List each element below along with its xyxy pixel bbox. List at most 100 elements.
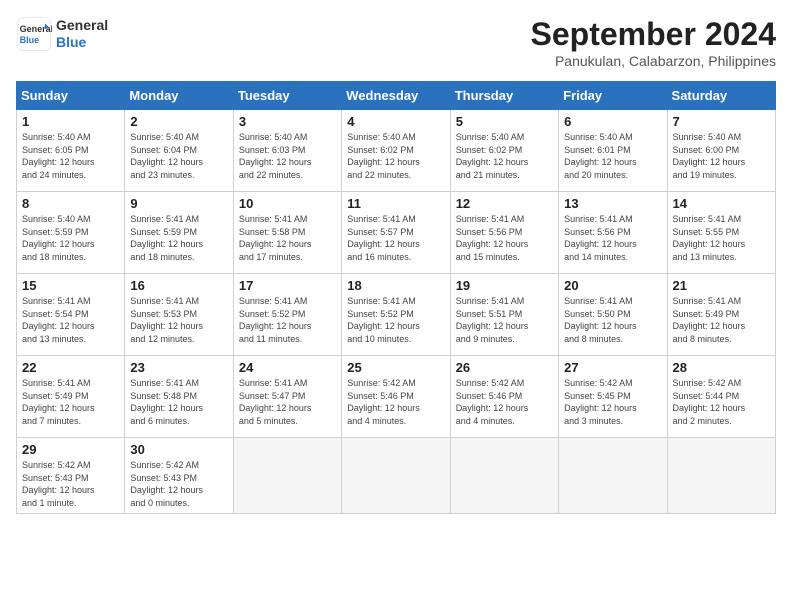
day-number: 27	[564, 360, 661, 375]
day-number: 20	[564, 278, 661, 293]
day-number: 11	[347, 196, 444, 211]
day-number: 4	[347, 114, 444, 129]
day-number: 26	[456, 360, 553, 375]
day-info: Sunrise: 5:40 AM Sunset: 6:01 PM Dayligh…	[564, 131, 661, 181]
day-info: Sunrise: 5:40 AM Sunset: 6:00 PM Dayligh…	[673, 131, 770, 181]
title-section: September 2024 Panukulan, Calabarzon, Ph…	[531, 16, 776, 69]
day-number: 24	[239, 360, 336, 375]
day-info: Sunrise: 5:40 AM Sunset: 6:02 PM Dayligh…	[456, 131, 553, 181]
day-info: Sunrise: 5:42 AM Sunset: 5:44 PM Dayligh…	[673, 377, 770, 427]
day-number: 23	[130, 360, 227, 375]
day-info: Sunrise: 5:42 AM Sunset: 5:43 PM Dayligh…	[130, 459, 227, 509]
day-info: Sunrise: 5:42 AM Sunset: 5:46 PM Dayligh…	[456, 377, 553, 427]
calendar-cell	[667, 438, 775, 514]
calendar-week-row: 1 Sunrise: 5:40 AM Sunset: 6:05 PM Daylig…	[17, 110, 776, 192]
day-number: 30	[130, 442, 227, 457]
calendar-cell: 22Sunrise: 5:41 AM Sunset: 5:49 PM Dayli…	[17, 356, 125, 438]
calendar-title: September 2024	[531, 16, 776, 53]
day-number: 16	[130, 278, 227, 293]
day-info: Sunrise: 5:41 AM Sunset: 5:56 PM Dayligh…	[564, 213, 661, 263]
day-number: 6	[564, 114, 661, 129]
calendar-week-row: 22Sunrise: 5:41 AM Sunset: 5:49 PM Dayli…	[17, 356, 776, 438]
day-number: 13	[564, 196, 661, 211]
calendar-cell: 8Sunrise: 5:40 AM Sunset: 5:59 PM Daylig…	[17, 192, 125, 274]
day-info: Sunrise: 5:41 AM Sunset: 5:52 PM Dayligh…	[347, 295, 444, 345]
day-info: Sunrise: 5:41 AM Sunset: 5:57 PM Dayligh…	[347, 213, 444, 263]
day-number: 12	[456, 196, 553, 211]
logo-text-line2: Blue	[56, 34, 108, 51]
calendar-cell: 10 Sunrise: 5:41 AM Sunset: 5:58 PM Dayli…	[233, 192, 341, 274]
calendar-cell: 26 Sunrise: 5:42 AM Sunset: 5:46 PM Dayli…	[450, 356, 558, 438]
day-info: Sunrise: 5:41 AM Sunset: 5:51 PM Dayligh…	[456, 295, 553, 345]
day-info: Sunrise: 5:41 AM Sunset: 5:59 PM Dayligh…	[130, 213, 227, 263]
calendar-cell	[559, 438, 667, 514]
calendar-cell: 6 Sunrise: 5:40 AM Sunset: 6:01 PM Daylig…	[559, 110, 667, 192]
svg-text:Blue: Blue	[20, 35, 40, 45]
calendar-cell: 13 Sunrise: 5:41 AM Sunset: 5:56 PM Dayli…	[559, 192, 667, 274]
day-number: 8	[22, 196, 119, 211]
day-info: Sunrise: 5:41 AM Sunset: 5:50 PM Dayligh…	[564, 295, 661, 345]
day-number: 7	[673, 114, 770, 129]
day-number: 25	[347, 360, 444, 375]
calendar-subtitle: Panukulan, Calabarzon, Philippines	[531, 53, 776, 69]
calendar-cell	[450, 438, 558, 514]
day-info: Sunrise: 5:41 AM Sunset: 5:53 PM Dayligh…	[130, 295, 227, 345]
calendar-cell: 12 Sunrise: 5:41 AM Sunset: 5:56 PM Dayli…	[450, 192, 558, 274]
day-number: 19	[456, 278, 553, 293]
calendar-week-row: 8Sunrise: 5:40 AM Sunset: 5:59 PM Daylig…	[17, 192, 776, 274]
day-info: Sunrise: 5:40 AM Sunset: 6:04 PM Dayligh…	[130, 131, 227, 181]
day-info: Sunrise: 5:40 AM Sunset: 6:05 PM Dayligh…	[22, 131, 119, 181]
calendar-cell: 1 Sunrise: 5:40 AM Sunset: 6:05 PM Daylig…	[17, 110, 125, 192]
day-number: 21	[673, 278, 770, 293]
calendar-cell: 20 Sunrise: 5:41 AM Sunset: 5:50 PM Dayli…	[559, 274, 667, 356]
day-number: 10	[239, 196, 336, 211]
calendar-cell: 9Sunrise: 5:41 AM Sunset: 5:59 PM Daylig…	[125, 192, 233, 274]
logo-text-line1: General	[56, 17, 108, 34]
calendar-cell: 28 Sunrise: 5:42 AM Sunset: 5:44 PM Dayli…	[667, 356, 775, 438]
day-number: 22	[22, 360, 119, 375]
day-number: 17	[239, 278, 336, 293]
day-info: Sunrise: 5:41 AM Sunset: 5:47 PM Dayligh…	[239, 377, 336, 427]
day-info: Sunrise: 5:40 AM Sunset: 6:02 PM Dayligh…	[347, 131, 444, 181]
calendar-cell: 29 Sunrise: 5:42 AM Sunset: 5:43 PM Dayli…	[17, 438, 125, 514]
weekday-header-saturday: Saturday	[667, 82, 775, 110]
logo-icon: General Blue	[16, 16, 52, 52]
day-number: 29	[22, 442, 119, 457]
calendar-cell: 19 Sunrise: 5:41 AM Sunset: 5:51 PM Dayli…	[450, 274, 558, 356]
calendar-cell: 5Sunrise: 5:40 AM Sunset: 6:02 PM Daylig…	[450, 110, 558, 192]
day-info: Sunrise: 5:41 AM Sunset: 5:58 PM Dayligh…	[239, 213, 336, 263]
day-info: Sunrise: 5:41 AM Sunset: 5:52 PM Dayligh…	[239, 295, 336, 345]
day-info: Sunrise: 5:41 AM Sunset: 5:56 PM Dayligh…	[456, 213, 553, 263]
calendar-cell: 30 Sunrise: 5:42 AM Sunset: 5:43 PM Dayli…	[125, 438, 233, 514]
calendar-cell: 18 Sunrise: 5:41 AM Sunset: 5:52 PM Dayli…	[342, 274, 450, 356]
calendar-cell: 7 Sunrise: 5:40 AM Sunset: 6:00 PM Daylig…	[667, 110, 775, 192]
weekday-header-row: SundayMondayTuesdayWednesdayThursdayFrid…	[17, 82, 776, 110]
logo: General Blue General Blue	[16, 16, 108, 52]
calendar-cell	[342, 438, 450, 514]
calendar-cell: 16 Sunrise: 5:41 AM Sunset: 5:53 PM Dayli…	[125, 274, 233, 356]
calendar-cell: 24 Sunrise: 5:41 AM Sunset: 5:47 PM Dayli…	[233, 356, 341, 438]
weekday-header-thursday: Thursday	[450, 82, 558, 110]
day-info: Sunrise: 5:41 AM Sunset: 5:55 PM Dayligh…	[673, 213, 770, 263]
day-info: Sunrise: 5:40 AM Sunset: 6:03 PM Dayligh…	[239, 131, 336, 181]
day-info: Sunrise: 5:42 AM Sunset: 5:43 PM Dayligh…	[22, 459, 119, 509]
day-number: 2	[130, 114, 227, 129]
day-number: 3	[239, 114, 336, 129]
calendar-week-row: 29 Sunrise: 5:42 AM Sunset: 5:43 PM Dayli…	[17, 438, 776, 514]
day-info: Sunrise: 5:41 AM Sunset: 5:48 PM Dayligh…	[130, 377, 227, 427]
day-info: Sunrise: 5:41 AM Sunset: 5:54 PM Dayligh…	[22, 295, 119, 345]
weekday-header-sunday: Sunday	[17, 82, 125, 110]
calendar-cell: 14Sunrise: 5:41 AM Sunset: 5:55 PM Dayli…	[667, 192, 775, 274]
calendar-cell: 23 Sunrise: 5:41 AM Sunset: 5:48 PM Dayli…	[125, 356, 233, 438]
calendar-week-row: 15Sunrise: 5:41 AM Sunset: 5:54 PM Dayli…	[17, 274, 776, 356]
calendar-cell: 25Sunrise: 5:42 AM Sunset: 5:46 PM Dayli…	[342, 356, 450, 438]
calendar-table: SundayMondayTuesdayWednesdayThursdayFrid…	[16, 81, 776, 514]
day-number: 1	[22, 114, 119, 129]
calendar-cell: 11 Sunrise: 5:41 AM Sunset: 5:57 PM Dayli…	[342, 192, 450, 274]
calendar-cell: 15Sunrise: 5:41 AM Sunset: 5:54 PM Dayli…	[17, 274, 125, 356]
day-number: 28	[673, 360, 770, 375]
day-number: 18	[347, 278, 444, 293]
calendar-cell	[233, 438, 341, 514]
weekday-header-monday: Monday	[125, 82, 233, 110]
day-info: Sunrise: 5:42 AM Sunset: 5:45 PM Dayligh…	[564, 377, 661, 427]
